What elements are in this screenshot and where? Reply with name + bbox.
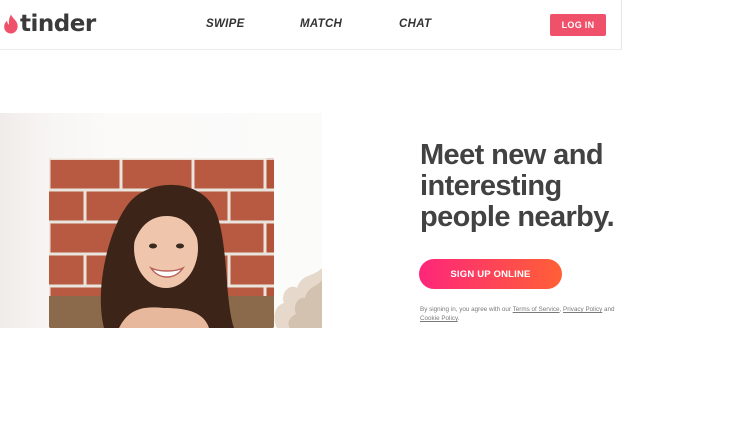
terms-of-service-link[interactable]: Terms of Service [513,306,560,313]
nav-match[interactable]: MATCH [300,18,342,30]
headline-line-2: interesting [420,170,562,202]
nav-swipe[interactable]: SWIPE [206,18,245,30]
legal-disclaimer: By signing in, you agree with our Terms … [420,305,630,323]
main-nav: SWIPE MATCH CHAT [0,18,622,34]
privacy-policy-link[interactable]: Privacy Policy [563,306,602,313]
headline-line-1: Meet new and [420,139,604,171]
nav-chat[interactable]: CHAT [399,18,431,30]
legal-suffix: . [457,315,460,322]
cookie-policy-link[interactable]: Cookie Policy [420,315,458,322]
hero-headline: Meet new and interesting people nearby. [420,140,720,233]
hero-image-panel [0,113,322,328]
headline-line-3: people nearby. [420,201,615,233]
profile-photo [49,158,274,328]
legal-prefix: By signing in, you agree with our [420,306,513,313]
login-button[interactable]: LOG IN [550,14,606,36]
plant-decoration [272,268,322,328]
hero-background-wall [0,113,50,328]
legal-and: and [602,306,615,313]
sign-up-button[interactable]: SIGN UP ONLINE [419,259,562,289]
top-header: tinder SWIPE MATCH CHAT LOG IN [0,0,622,50]
